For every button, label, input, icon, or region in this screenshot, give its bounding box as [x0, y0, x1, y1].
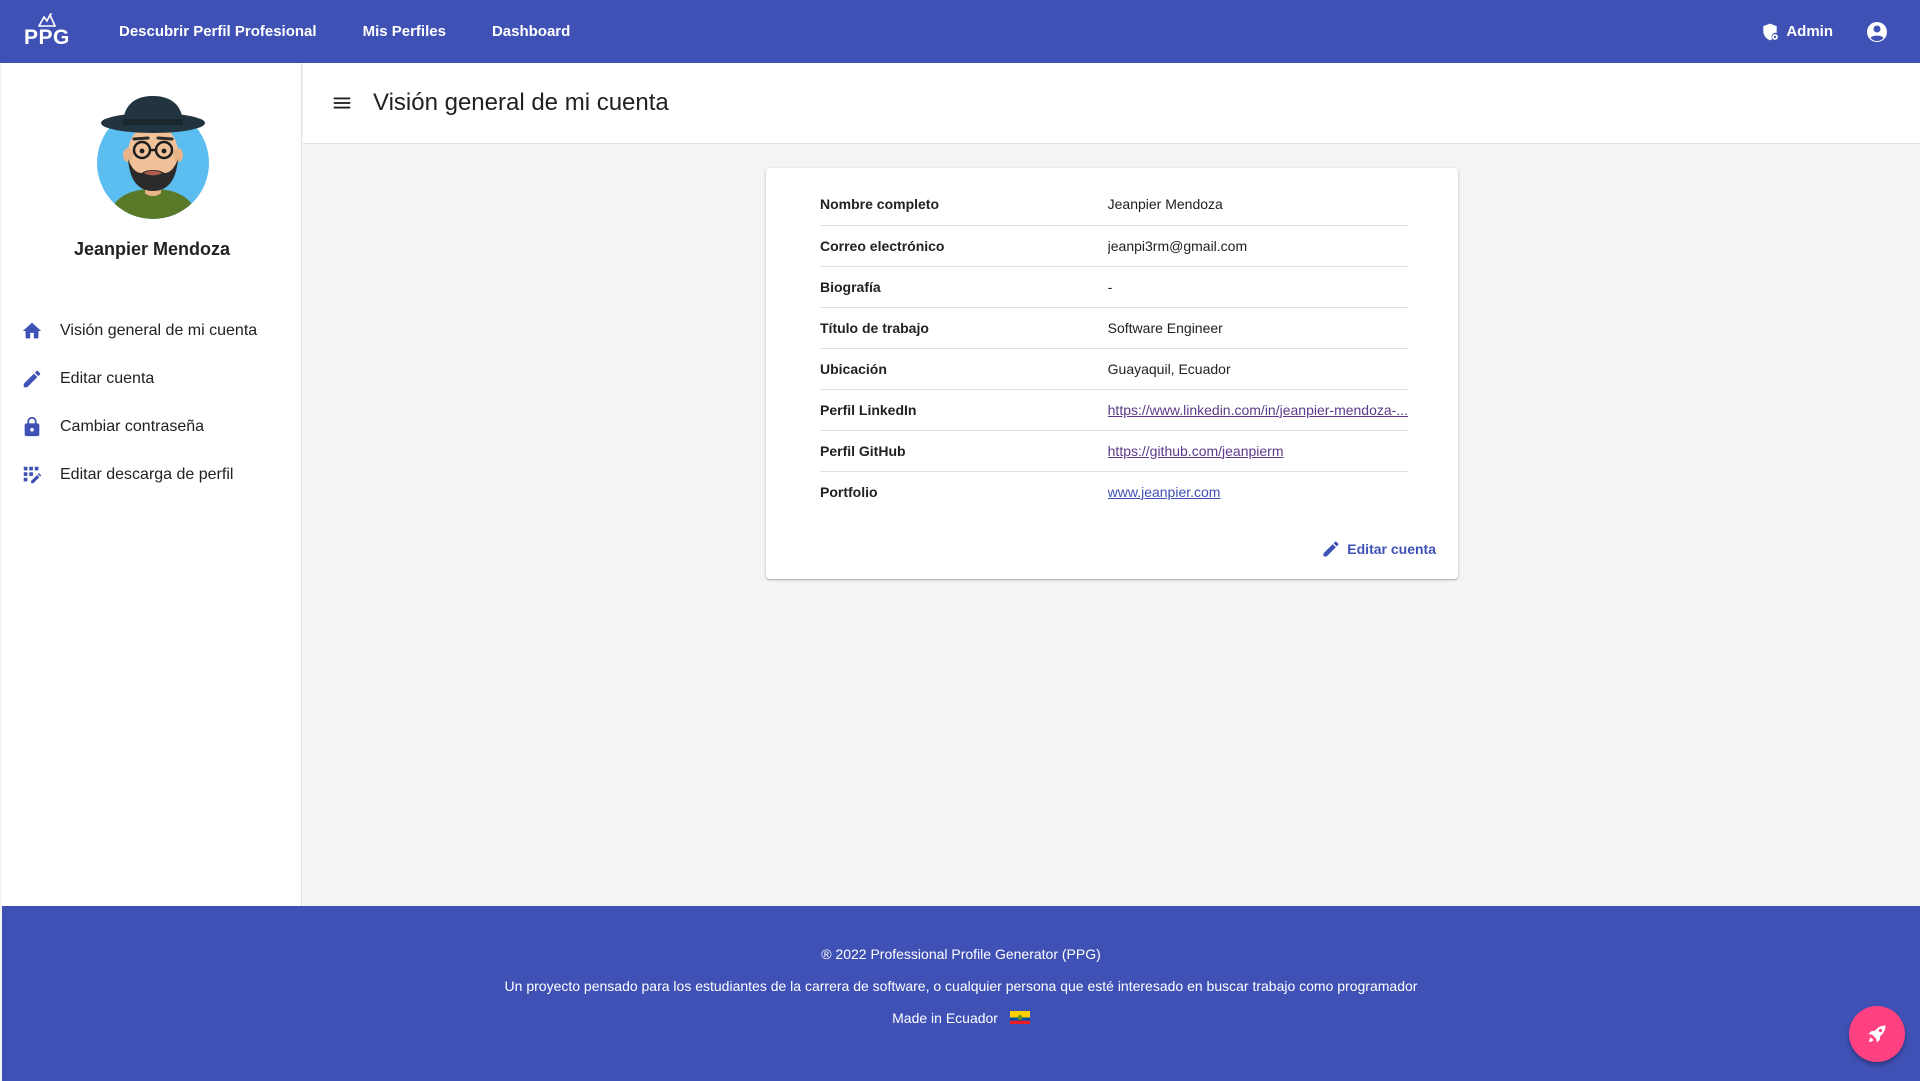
- home-icon: [20, 319, 44, 343]
- page-title: Visión general de mi cuenta: [373, 89, 669, 116]
- topbar-actions: Admin: [1760, 18, 1891, 46]
- linkedin-link[interactable]: https://www.linkedin.com/in/jeanpier-men…: [1108, 402, 1408, 418]
- admin-shield-icon: [1763, 23, 1779, 40]
- row-label: Portfolio: [820, 483, 878, 500]
- made-in-text: Made in Ecuador: [892, 1010, 998, 1026]
- table-row: Biografía -: [820, 266, 1408, 308]
- sidebar-item-edit-account[interactable]: Editar cuenta: [2, 355, 302, 403]
- row-label: Perfil GitHub: [820, 430, 1108, 472]
- edit-account-button[interactable]: Editar cuenta: [1321, 539, 1436, 559]
- footer-copyright: ® 2022 Professional Profile Generator (P…: [821, 946, 1101, 962]
- row-label: Correo electrónico: [820, 225, 1108, 267]
- row-value: jeanpi3rm@gmail.com: [1107, 225, 1408, 267]
- main-header: Visión general de mi cuenta: [303, 63, 1920, 144]
- sidebar-item-change-password[interactable]: Cambiar contraseña: [2, 403, 302, 451]
- sidebar-item-label: Cambiar contraseña: [60, 418, 205, 435]
- nav-dashboard[interactable]: Dashboard: [469, 0, 593, 63]
- nav-mis-perfiles[interactable]: Mis Perfiles: [340, 0, 469, 63]
- sidebar-menu: Visión general de mi cuenta Editar cuent…: [2, 307, 302, 499]
- hamburger-menu-icon: [333, 97, 351, 109]
- portfolio-link[interactable]: www.jeanpier.com: [1108, 484, 1221, 500]
- admin-label: Admin: [1786, 23, 1833, 40]
- table-row: Perfil LinkedIn https://www.linkedin.com…: [820, 389, 1408, 431]
- sidebar-item-label: Visión general de mi cuenta: [60, 322, 258, 339]
- row-value: Jeanpier Mendoza: [1107, 184, 1408, 226]
- sidebar-item-overview[interactable]: Visión general de mi cuenta: [2, 307, 302, 355]
- row-label: Nombre completo: [820, 184, 1108, 226]
- row-label: Biografía: [820, 266, 1108, 308]
- account-circle-icon: [1867, 21, 1887, 42]
- row-label: Perfil LinkedIn: [820, 389, 1108, 431]
- row-value: Guayaquil, Ecuador: [1107, 348, 1408, 390]
- sidebar: Jeanpier Mendoza Visión general de mi cu…: [2, 63, 302, 906]
- row-value-cell: www.jeanpier.com: [1108, 471, 1408, 512]
- table-row: Portfolio www.jeanpier.com: [820, 471, 1408, 512]
- menu-toggle-button[interactable]: [327, 88, 357, 118]
- sidebar-item-label: Editar cuenta: [60, 370, 155, 387]
- pencil-icon: [1323, 541, 1339, 557]
- main-nav: Descubrir Perfil Profesional Mis Perfile…: [96, 0, 593, 63]
- row-value: Software Engineer: [1107, 307, 1408, 349]
- sidebar-item-edit-download[interactable]: Editar descarga de perfil: [2, 451, 302, 499]
- account-button[interactable]: [1863, 18, 1891, 46]
- admin-button[interactable]: Admin: [1760, 22, 1833, 42]
- table-row: Correo electrónico jeanpi3rm@gmail.com: [820, 225, 1408, 267]
- ecuador-flag-icon: [1009, 1011, 1030, 1024]
- grid-edit-icon: [20, 463, 44, 487]
- account-info-table: Nombre completo Jeanpier Mendoza Correo …: [820, 184, 1408, 512]
- row-label: Ubicación: [820, 348, 1108, 390]
- nav-descubrir-perfil[interactable]: Descubrir Perfil Profesional: [96, 0, 340, 63]
- pencil-icon: [20, 367, 44, 391]
- rocket-icon: [1868, 1025, 1886, 1043]
- account-info-card: Nombre completo Jeanpier Mendoza Correo …: [766, 168, 1458, 579]
- table-row: Nombre completo Jeanpier Mendoza: [820, 184, 1408, 226]
- row-value: -: [1107, 266, 1408, 308]
- github-link[interactable]: https://github.com/jeanpierm: [1108, 443, 1284, 459]
- table-row: Título de trabajo Software Engineer: [820, 307, 1408, 349]
- row-value-cell: https://github.com/jeanpierm: [1107, 430, 1408, 472]
- table-row: Ubicación Guayaquil, Ecuador: [820, 348, 1408, 390]
- edit-account-label: Editar cuenta: [1347, 541, 1436, 557]
- footer: ® 2022 Professional Profile Generator (P…: [2, 906, 1920, 1081]
- footer-made-in: Made in Ecuador: [2, 1010, 1920, 1026]
- top-app-bar: PPG Descubrir Perfil Profesional Mis Per…: [0, 0, 1920, 63]
- user-name: Jeanpier Mendoza: [73, 239, 231, 259]
- mountain-logo-icon: [38, 12, 56, 27]
- avatar: [97, 96, 209, 219]
- logo-text: PPG: [24, 25, 70, 49]
- ppg-logo[interactable]: PPG: [24, 10, 70, 54]
- table-row: Perfil GitHub https://github.com/jeanpie…: [820, 430, 1408, 472]
- sidebar-item-label: Editar descarga de perfil: [60, 466, 234, 483]
- row-label: Título de trabajo: [820, 307, 1108, 349]
- row-value-cell: https://www.linkedin.com/in/jeanpier-men…: [1107, 389, 1408, 431]
- lock-icon: [20, 415, 44, 439]
- footer-description: Un proyecto pensado para los estudiantes…: [504, 978, 1418, 994]
- rocket-fab-button[interactable]: [1849, 1006, 1905, 1062]
